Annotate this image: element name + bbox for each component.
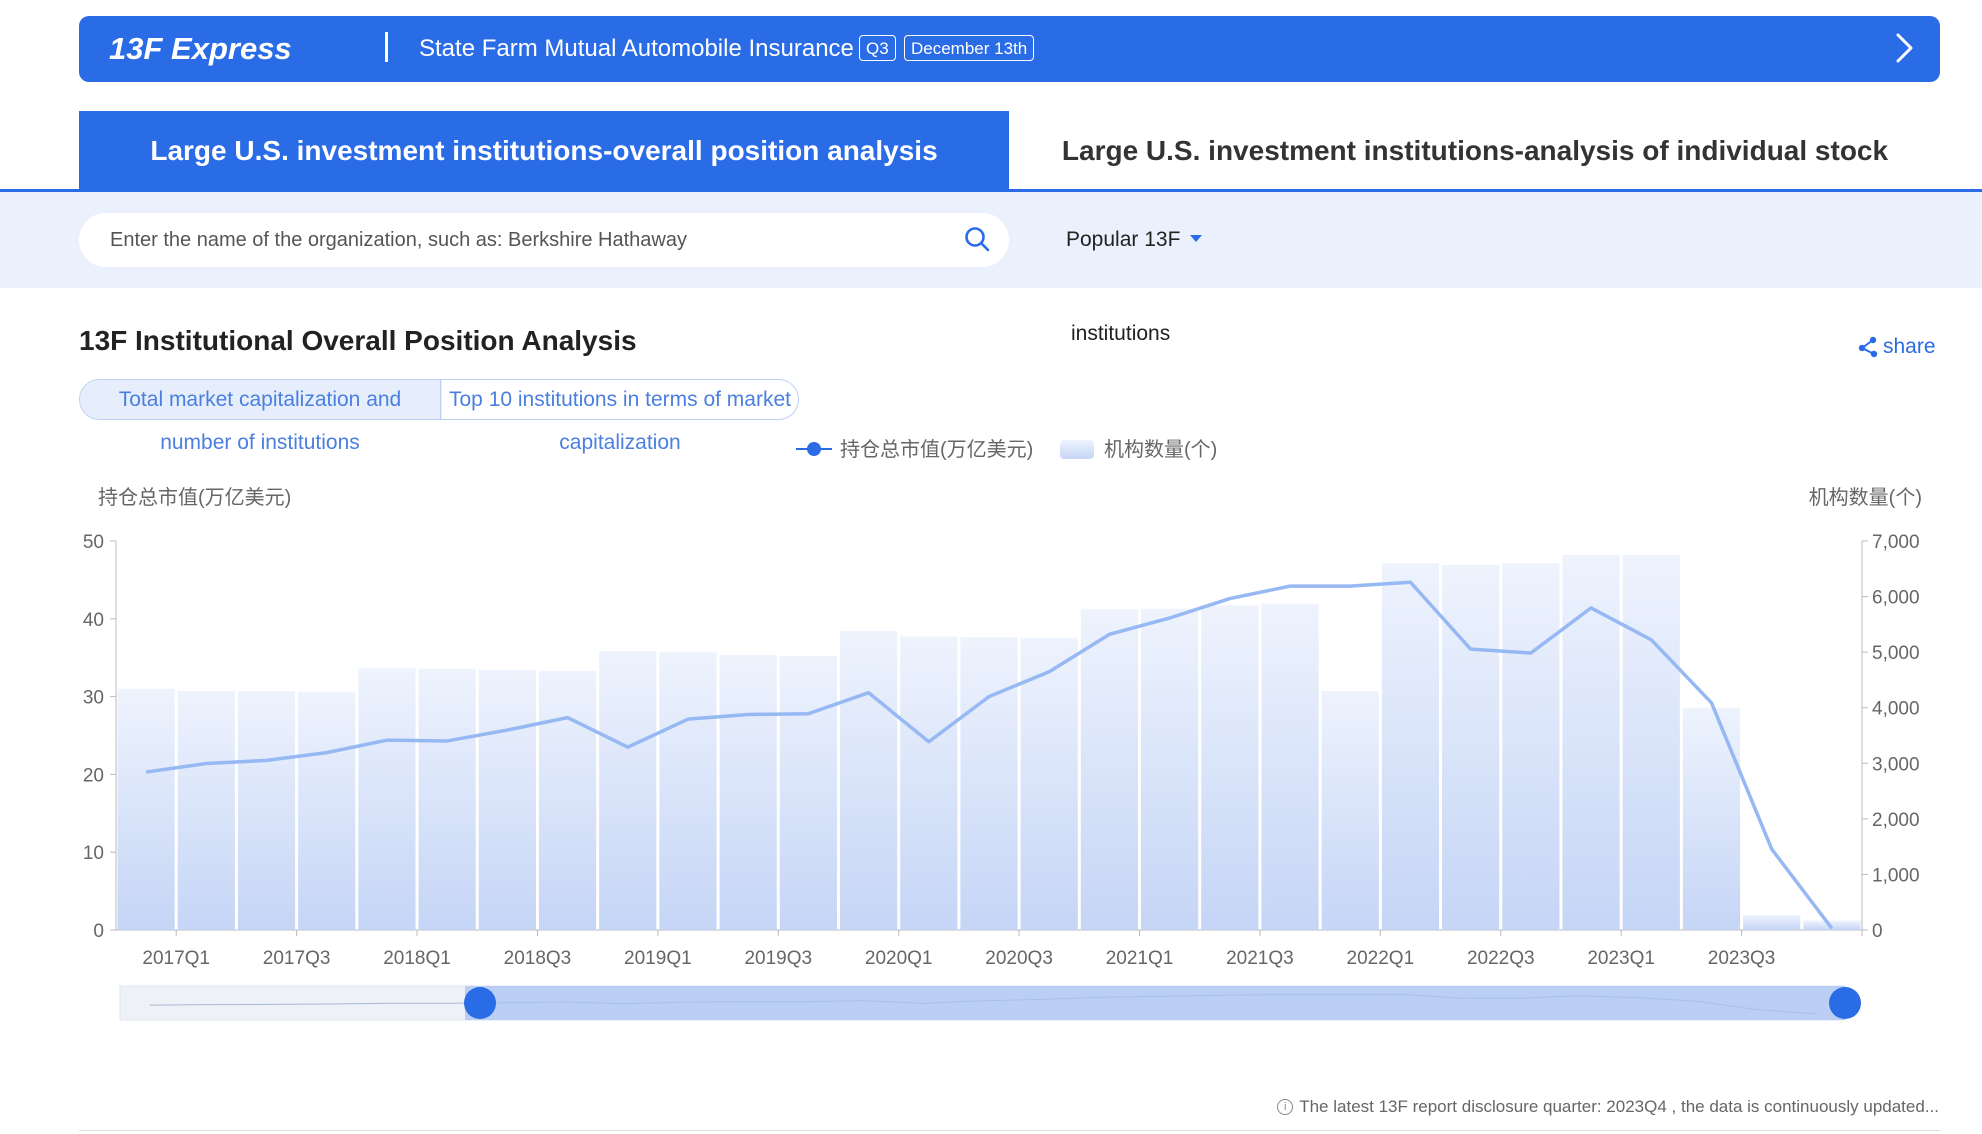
bar-institution-count (1261, 603, 1319, 930)
bar-institution-count (719, 654, 777, 930)
y-axis-left-title: 持仓总市值(万亿美元) (98, 486, 291, 509)
x-tick-label: 2023Q1 (1587, 948, 1655, 969)
x-tick-label: 2018Q3 (504, 948, 572, 969)
bar-institution-count (659, 651, 717, 930)
y-left-tick-label: 0 (93, 921, 104, 942)
y-right-tick-label: 1,000 (1872, 865, 1920, 886)
bar-institution-count (1743, 914, 1801, 930)
bar-institution-count (1442, 564, 1500, 930)
y-right-tick-label: 2,000 (1872, 810, 1920, 831)
bar-institution-count (1381, 563, 1440, 930)
datazoom-handle-start (464, 987, 496, 1019)
x-tick-label: 2017Q1 (142, 948, 210, 969)
x-tick-label: 2023Q3 (1708, 948, 1776, 969)
legend-line-marker (807, 442, 821, 456)
footer-note-text: The latest 13F report disclosure quarter… (1299, 1097, 1939, 1116)
bar-institution-count (779, 656, 837, 930)
datazoom-slider[interactable] (119, 985, 1861, 1021)
bar-institution-count (900, 636, 958, 930)
x-tick-label: 2022Q1 (1347, 948, 1415, 969)
x-tick-label: 2019Q3 (744, 948, 812, 969)
y-right-tick-label: 7,000 (1872, 532, 1920, 553)
y-left-tick-label: 40 (83, 610, 104, 631)
bar-institution-count (599, 651, 657, 930)
x-tick-label: 2021Q3 (1226, 948, 1294, 969)
y-right-tick-label: 4,000 (1872, 699, 1920, 720)
bar-institution-count (1682, 707, 1741, 930)
bar-institution-count (839, 631, 898, 930)
bar-institution-count (1622, 554, 1680, 930)
datazoom-handle-end (1829, 987, 1861, 1019)
bar-institution-count (418, 668, 476, 930)
bar-institution-count (358, 668, 416, 930)
bar-institution-count (177, 691, 235, 930)
legend-bar-swatch (1060, 440, 1094, 459)
y-left-tick-label: 20 (83, 765, 104, 786)
position-chart: 持仓总市值(万亿美元) 机构数量(个) 持仓总市值(万亿美元) 机构数量(个) 0 10… (83, 438, 1922, 1021)
y-axis-right-title: 机构数量(个) (1809, 486, 1922, 509)
datazoom-selected-range (465, 986, 1845, 1020)
bar-institution-count (1803, 920, 1861, 930)
bar-institution-count (1201, 605, 1259, 930)
chart-legend: 持仓总市值(万亿美元) 机构数量(个) (796, 438, 1217, 461)
bar-institution-count (1321, 691, 1379, 930)
x-tick-label: 2019Q1 (624, 948, 692, 969)
bar-institution-count (1562, 554, 1620, 930)
legend-label-institution-count: 机构数量(个) (1104, 438, 1217, 461)
bottom-divider (79, 1130, 1940, 1131)
bar-institution-count (1080, 609, 1139, 930)
bar-institution-count (117, 688, 175, 930)
x-tick-label: 2020Q1 (865, 948, 933, 969)
x-tick-label: 2017Q3 (263, 948, 331, 969)
y-right-tick-label: 5,000 (1872, 643, 1920, 664)
x-tick-label: 2022Q3 (1467, 948, 1535, 969)
x-tick-label: 2018Q1 (383, 948, 451, 969)
bar-institution-count (298, 691, 356, 930)
y-right-tick-label: 6,000 (1872, 588, 1920, 609)
y-left-tick-label: 10 (83, 843, 104, 864)
bar-institution-count (1141, 608, 1199, 930)
y-left-tick-label: 30 (83, 688, 104, 709)
x-tick-label: 2020Q3 (985, 948, 1053, 969)
bar-institution-count (478, 669, 536, 930)
y-right-tick-label: 3,000 (1872, 754, 1920, 775)
y-right-tick-label: 0 (1872, 921, 1883, 942)
bar-institution-count (960, 637, 1018, 930)
bar-institution-count (538, 671, 597, 930)
legend-label-market-value: 持仓总市值(万亿美元) (840, 438, 1033, 461)
x-tick-label: 2021Q1 (1106, 948, 1174, 969)
footer-note: i The latest 13F report disclosure quarte… (1277, 1097, 1939, 1117)
bar-institution-count (1502, 563, 1560, 930)
bar-institution-count (237, 691, 296, 930)
y-left-tick-label: 50 (83, 532, 104, 553)
info-icon: i (1277, 1099, 1294, 1115)
